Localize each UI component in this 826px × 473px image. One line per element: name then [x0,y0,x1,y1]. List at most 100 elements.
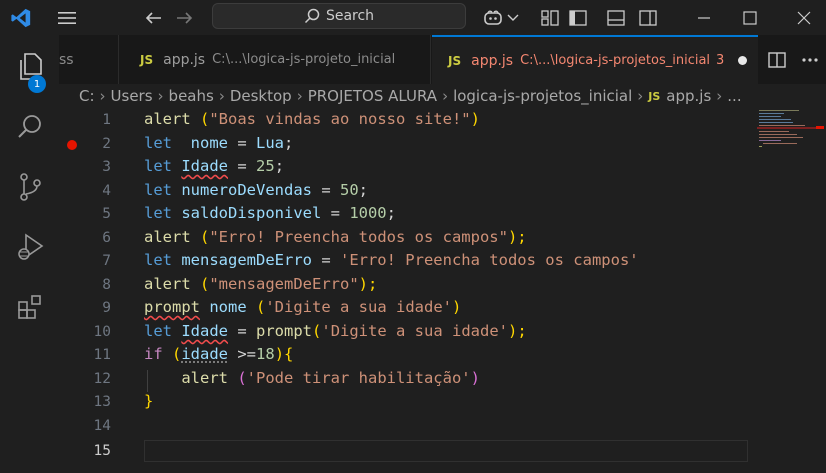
token: ; [358,181,368,199]
token: ( [190,228,210,246]
minimap-line [763,143,797,144]
breadcrumb-item[interactable]: beahs [169,87,214,105]
breadcrumb-item[interactable]: PROJETOS ALURA [308,87,437,105]
token: ) [470,369,480,387]
code-line-10: let Idade = prompt('Digite a sua idade')… [144,322,527,340]
token: 18 [256,345,275,363]
token: alert [144,110,191,128]
extensions-icon[interactable] [0,283,59,331]
token: 1000 [349,204,387,222]
line-number: 8 [102,277,111,293]
token: let [144,251,172,269]
code-editor[interactable]: 1 2 3 4 5 6 7 8 9 10 11 12 13 14 15 aler… [59,108,826,473]
line-number: 12 [93,371,111,387]
scrollbar-error-marker [816,126,824,129]
code-line-4: let numeroDeVendas = 50; [144,181,368,199]
breadcrumb-item[interactable]: C: [79,87,95,105]
token-error: Idade [181,322,229,340]
minimap-line [759,113,784,114]
token: let [144,134,172,152]
source-control-icon[interactable] [0,163,59,211]
chevron-right-icon: › [218,87,225,105]
breadcrumb-item[interactable]: logica-js-projetos_inicial [453,87,632,105]
menu-icon[interactable] [52,0,82,35]
toggle-secondary-sidebar-icon[interactable] [636,0,660,35]
more-actions-icon[interactable] [797,42,823,77]
chevron-down-icon[interactable] [506,0,520,35]
token: saldoDisponivel [172,204,322,222]
layout-customize-icon[interactable] [538,0,562,35]
minimize-icon[interactable] [684,0,724,35]
tab-label: ss [59,51,74,68]
line-number: 1 [102,112,111,128]
breadcrumb-item[interactable]: Desktop [230,87,292,105]
activity-bar: 1 [0,35,59,473]
token: alert [144,228,191,246]
tab-label: app.js [471,52,514,69]
token: if [144,345,163,363]
token: mensagemDeErro [172,251,312,269]
token: = [311,181,340,199]
toggle-panel-icon[interactable] [604,0,628,35]
code-line-8: alert ("mensagemDeErro"); [144,275,377,293]
token: "mensagemDeErro" [209,275,359,293]
copilot-icon[interactable] [480,0,506,35]
code-line-2: let nome = Lua; [144,134,293,152]
token: prompt [256,322,313,340]
token: "Erro! Preencha todos os campos" [209,228,508,246]
breadcrumb: C: › Users › beahs › Desktop › PROJETOS ALUR… [59,84,826,108]
search-icon [304,8,320,24]
token: ); [507,228,527,246]
code-line-1: alert ("Boas vindas ao nosso site!") [144,110,480,128]
breadcrumb-item[interactable]: app.js [666,87,711,105]
token: 25 [256,157,275,175]
tab-app-js-inactive[interactable]: JS app.js C:\...\logica-js-projeto_inici… [120,35,431,84]
breadcrumb-item[interactable]: ... [727,87,741,105]
toggle-sidebar-icon[interactable] [566,0,590,35]
code-line-6: alert ("Erro! Preencha todos os campos")… [144,228,527,246]
close-icon[interactable] [784,0,824,35]
token: ( [190,275,210,293]
minimap-line [759,125,805,126]
chevron-right-icon: › [716,87,723,105]
js-file-icon: JS [448,53,462,68]
line-number: 14 [93,418,111,434]
title-bar: Search [0,0,826,35]
token: alert [144,275,191,293]
vertical-scrollbar[interactable] [814,108,826,473]
tab-path: C:\...\logica-js-projetos_inicial [520,53,711,68]
forward-icon[interactable] [172,0,198,35]
tab-label: app.js [163,51,206,68]
code-line-13: } [144,392,153,410]
breadcrumb-item[interactable]: Users [111,87,153,105]
line-number: 11 [93,347,111,363]
line-number-current: 15 [93,443,111,459]
code-line-5: let saldoDisponivel = 1000; [144,204,396,222]
token: ( [312,322,322,340]
maximize-icon[interactable] [730,0,770,35]
minimap-line [759,119,791,120]
explorer-icon[interactable]: 1 [0,43,59,93]
tab-partial[interactable]: ss [59,35,119,84]
search-bar[interactable]: Search [212,3,466,29]
explorer-badge: 1 [28,75,46,93]
run-debug-icon[interactable] [0,223,59,271]
token: ( [246,298,266,316]
editor-tabs: ss JS app.js C:\...\logica-js-projeto_in… [59,35,826,84]
minimap-line [759,116,781,117]
line-number: 7 [102,253,111,269]
token: nome [200,298,247,316]
token: let [144,204,172,222]
back-icon[interactable] [140,0,166,35]
tab-app-js-active[interactable]: JS app.js C:\...\logica-js-projetos_inic… [432,35,758,84]
token: 50 [339,181,359,199]
minimap-line [759,122,793,123]
search-icon[interactable] [0,103,59,151]
chevron-right-icon: › [99,87,106,105]
split-editor-icon[interactable] [764,42,790,77]
line-number: 5 [102,206,111,222]
token: let [144,157,172,175]
token: = [228,157,257,175]
token: nome [172,134,228,152]
unsaved-dot-icon[interactable] [738,56,748,65]
